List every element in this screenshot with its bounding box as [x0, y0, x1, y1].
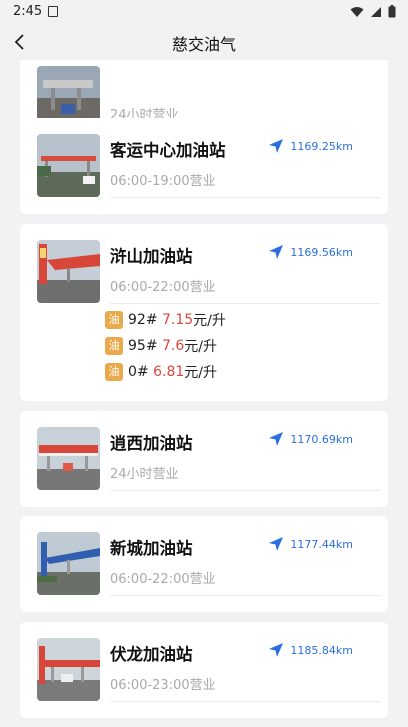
station-hours: 06:00-22:00营业 [110, 572, 216, 587]
app-header: 慈交油气 [0, 24, 408, 60]
station-distance[interactable]: 1170.69km [268, 431, 353, 447]
fuel-unit: 元/升 [184, 365, 217, 381]
navigation-arrow-icon [269, 643, 284, 657]
station-card[interactable]: 客运中心加油站 1169.25km 06:00-19:00营业 [20, 118, 388, 214]
fuel-unit: 元/升 [193, 313, 226, 329]
distance-value: 1185.84km [290, 643, 353, 657]
fuel-price: 6.81 [153, 364, 185, 380]
divider [110, 303, 380, 304]
station-hours: 06:00-19:00营业 [110, 174, 216, 189]
station-hours: 24小时营业 [110, 467, 179, 482]
notification-icon [48, 6, 58, 17]
divider [110, 701, 380, 702]
distance-value: 1170.69km [290, 432, 353, 446]
fuel-grade: 0# [128, 364, 149, 380]
station-distance[interactable]: 1177.44km [268, 536, 353, 552]
station-photo [37, 427, 100, 490]
page-title: 慈交油气 [171, 35, 236, 54]
station-photo [37, 240, 100, 303]
navigation-arrow-icon [269, 139, 284, 153]
distance-value: 1169.25km [290, 139, 353, 153]
station-hours: 06:00-22:00营业 [110, 280, 216, 295]
divider [110, 595, 380, 596]
station-photo [37, 638, 100, 701]
station-card[interactable]: 逍西加油站 1170.69km 24小时营业 [20, 411, 388, 507]
divider [110, 197, 380, 198]
fuel-price: 7.15 [162, 312, 194, 328]
fuel-tag: 油 [105, 311, 123, 329]
navigation-arrow-icon [269, 537, 284, 551]
battery-icon [388, 5, 396, 18]
fuel-unit: 元/升 [184, 339, 217, 355]
station-distance[interactable]: 1169.56km [268, 244, 353, 260]
station-card[interactable]: 新城加油站 1177.44km 06:00-22:00营业 [20, 516, 388, 612]
station-distance[interactable]: 1185.84km [268, 642, 353, 658]
station-name: 逍西加油站 [110, 434, 193, 453]
station-name: 浒山加油站 [110, 247, 193, 266]
fuel-price: 7.6 [162, 338, 185, 354]
station-name: 伏龙加油站 [110, 645, 193, 664]
wifi-icon [350, 6, 364, 17]
divider [110, 490, 380, 491]
station-name: 新城加油站 [110, 539, 193, 558]
fuel-grade: 92# [128, 312, 158, 328]
station-photo [37, 532, 100, 595]
station-distance[interactable]: 1169.25km [268, 138, 353, 154]
status-bar: 2:45 [0, 0, 408, 24]
fuel-grade: 95# [128, 338, 158, 354]
fuel-tag: 油 [105, 337, 123, 355]
fuel-price-row: 油 92# 7.15 元/升 [105, 310, 226, 330]
navigation-arrow-icon [269, 245, 284, 259]
distance-value: 1169.56km [290, 245, 353, 259]
signal-icon [371, 6, 381, 17]
fuel-price-row: 油 0# 6.81 元/升 [105, 362, 217, 382]
fuel-tag: 油 [105, 363, 123, 381]
station-card[interactable]: 伏龙加油站 1185.84km 06:00-23:00营业 [20, 622, 388, 718]
distance-value: 1177.44km [290, 537, 353, 551]
station-hours: 06:00-23:00营业 [110, 678, 216, 693]
station-name: 客运中心加油站 [110, 141, 226, 160]
station-photo [37, 134, 100, 197]
navigation-arrow-icon [269, 432, 284, 446]
station-list[interactable]: 24小时营业 客运中心加油站 1169.25km 06:00-19:00营业 浒… [0, 60, 408, 727]
status-time: 2:45 [13, 4, 43, 19]
fuel-price-row: 油 95# 7.6 元/升 [105, 336, 217, 356]
status-icons [350, 5, 396, 18]
station-card[interactable]: 浒山加油站 1169.56km 06:00-22:00营业 油 92# 7.15… [20, 224, 388, 401]
